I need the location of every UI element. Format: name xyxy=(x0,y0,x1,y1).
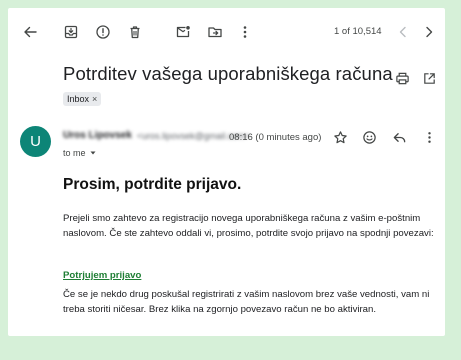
chevron-right-icon[interactable] xyxy=(418,21,440,43)
delete-icon[interactable] xyxy=(124,21,146,43)
reply-icon[interactable] xyxy=(389,127,409,147)
message-counter: 1 of 10,514 xyxy=(334,26,382,37)
avatar[interactable]: U xyxy=(20,126,51,157)
email-timestamp: 08:16 (0 minutes ago) xyxy=(229,132,322,143)
move-to-icon[interactable] xyxy=(204,21,226,43)
archive-icon[interactable] xyxy=(60,21,82,43)
chevron-left-icon[interactable] xyxy=(392,21,414,43)
body-paragraph-1: Prejeli smo zahtevo za registracijo nove… xyxy=(63,213,434,239)
sender-info: Uros Lipovsek <uros.lipovsek@gmail.com> xyxy=(63,130,250,141)
remove-label-icon[interactable]: × xyxy=(92,92,97,106)
more-options-icon[interactable] xyxy=(419,127,439,147)
recipient-label: to me xyxy=(63,148,86,158)
email-subject: Potrditev vašega uporabniškega računa xyxy=(63,63,393,84)
star-icon[interactable] xyxy=(330,127,350,147)
body-paragraph-2: Če se je nekdo drug poskušal registrirat… xyxy=(63,289,430,315)
body-heading: Prosim, potrdite prijavo. xyxy=(63,176,242,193)
report-spam-icon[interactable] xyxy=(92,21,114,43)
mark-unread-icon[interactable] xyxy=(172,21,194,43)
email-view: 1 of 10,514 Potrditev vašega uporabniške… xyxy=(8,8,445,336)
more-vertical-icon[interactable] xyxy=(234,21,256,43)
confirm-link[interactable]: Potrjujem prijavo xyxy=(63,270,141,281)
inbox-label-chip: Inbox × xyxy=(63,92,102,106)
sender-name: Uros Lipovsek xyxy=(63,130,132,141)
label-text: Inbox xyxy=(67,94,90,104)
caret-down-icon xyxy=(90,151,96,155)
back-arrow-icon[interactable] xyxy=(19,21,41,43)
toolbar: 1 of 10,514 xyxy=(8,8,445,58)
open-new-window-icon[interactable] xyxy=(419,68,439,88)
emoji-icon[interactable] xyxy=(359,127,379,147)
print-icon[interactable] xyxy=(392,68,412,88)
recipient-toggle[interactable]: to me xyxy=(63,148,97,158)
